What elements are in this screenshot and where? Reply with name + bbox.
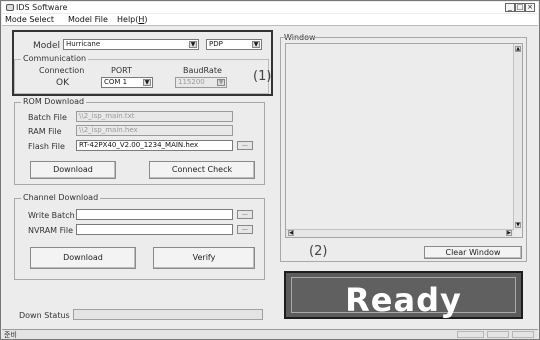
flash-browse-button[interactable]: ... [237, 141, 253, 150]
port-select[interactable]: COM 1 ▼ [101, 77, 153, 88]
annotation-1: (1) [253, 69, 272, 84]
write-batch-label: Write Batch [28, 211, 75, 220]
connect-check-button[interactable]: Connect Check [149, 161, 255, 179]
status-pane-3 [512, 331, 534, 338]
status-bar: 준비 [2, 329, 538, 339]
port-header: PORT [111, 66, 132, 75]
scroll-up-icon[interactable]: ▲ [515, 46, 521, 52]
scroll-left-icon[interactable]: ◀ [288, 230, 294, 236]
rom-download-legend: ROM Download [21, 97, 87, 106]
scroll-right-icon[interactable]: ▶ [506, 230, 512, 236]
maximize-button[interactable]: □ [515, 3, 525, 12]
window-title: IDS Software [16, 3, 68, 12]
ram-file-label: RAM File [28, 127, 62, 136]
ready-status-text: Ready [345, 281, 462, 319]
title-bar: IDS Software _ □ × [2, 2, 538, 13]
app-window: IDS Software _ □ × Mode Select Model Fil… [0, 0, 540, 340]
channel-download-legend: Channel Download [21, 193, 101, 202]
channel-download-button[interactable]: Download [30, 247, 136, 269]
flash-file-label: Flash File [28, 142, 65, 151]
chevron-down-icon: ▼ [143, 79, 151, 86]
status-pane-2 [487, 331, 509, 338]
connection-header: Connection [39, 66, 85, 75]
minimize-button[interactable]: _ [505, 3, 515, 12]
log-output-area[interactable]: ▲ ▼ ◀ ▶ [285, 43, 523, 238]
clear-window-button[interactable]: Clear Window [424, 246, 522, 259]
ram-file-field[interactable]: \\2_isp_main.hex [76, 125, 233, 136]
panel-type-select[interactable]: PDP ▼ [206, 39, 262, 50]
write-batch-field[interactable] [76, 209, 233, 220]
baudrate-select[interactable]: 115200 ▼ [175, 77, 227, 88]
model-label: Model [33, 41, 61, 51]
nvram-file-field[interactable] [76, 224, 233, 235]
nvram-file-label: NVRAM File [28, 226, 73, 235]
down-status-progress [73, 309, 263, 320]
communication-legend: Communication [21, 54, 89, 63]
chevron-down-icon: ▼ [217, 79, 225, 86]
connection-status: OK [56, 78, 69, 88]
horizontal-scrollbar[interactable]: ◀ ▶ [286, 229, 514, 237]
menu-mode-select[interactable]: Mode Select [5, 15, 54, 24]
write-batch-browse-button[interactable]: ... [237, 210, 253, 219]
chevron-down-icon: ▼ [189, 41, 197, 48]
annotation-2: (2) [309, 244, 328, 259]
ready-inner-frame: Ready [291, 277, 516, 319]
down-status-label: Down Status [19, 311, 70, 320]
app-icon [6, 4, 14, 11]
model-select[interactable]: Hurricane ▼ [63, 39, 199, 50]
close-button[interactable]: × [525, 3, 535, 12]
batch-file-label: Batch File [28, 113, 67, 122]
verify-button[interactable]: Verify [153, 247, 255, 269]
scroll-down-icon[interactable]: ▼ [515, 222, 521, 228]
status-pane-1 [457, 331, 484, 338]
baudrate-header: BaudRate [183, 66, 222, 75]
menu-model-file[interactable]: Model File [68, 15, 108, 24]
nvram-browse-button[interactable]: ... [237, 225, 253, 234]
flash-file-field[interactable]: RT-42PX40_V2.00_1234_MAIN.hex [76, 140, 233, 151]
status-bar-text: 준비 [4, 331, 17, 339]
menu-help[interactable]: Help(H) [117, 15, 148, 24]
chevron-down-icon: ▼ [252, 41, 260, 48]
ready-status-panel: Ready [284, 271, 523, 319]
vertical-scrollbar[interactable]: ▲ ▼ [513, 44, 522, 230]
menu-bar: Mode Select Model File Help(H) [2, 14, 538, 26]
batch-file-field[interactable]: \\2_isp_main.txt [76, 111, 233, 122]
rom-download-button[interactable]: Download [30, 161, 116, 179]
